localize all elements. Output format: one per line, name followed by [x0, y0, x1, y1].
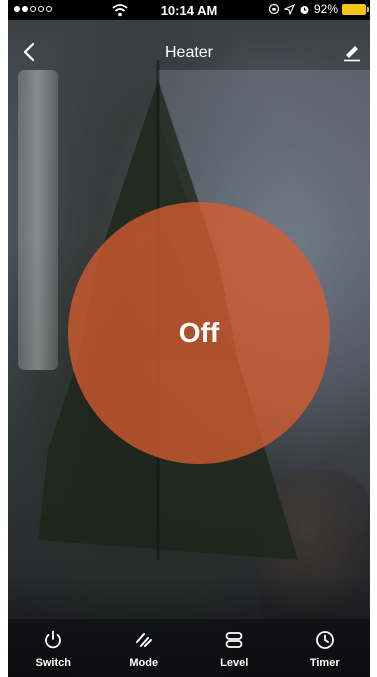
- level-icon: [225, 632, 243, 648]
- switch-label: Switch: [35, 657, 71, 669]
- level-label: Level: [220, 657, 249, 669]
- edit-button[interactable]: [342, 42, 362, 62]
- page-title: Heater: [164, 44, 214, 61]
- status-bar: 10:14 AM 92%: [8, 0, 370, 20]
- power-state-label: Off: [178, 317, 220, 348]
- phone-screen: 10:14 AM 92% Heater Off Switch Mode Leve…: [8, 0, 370, 677]
- bottom-toolbar: Switch Mode Level Timer: [8, 619, 370, 677]
- timer-button[interactable]: Timer: [280, 619, 371, 677]
- mode-icon: [135, 633, 152, 647]
- clock-icon: [315, 631, 334, 649]
- power-icon: [45, 630, 62, 649]
- mode-button[interactable]: Mode: [99, 619, 190, 677]
- power-toggle-circle[interactable]: Off: [68, 202, 330, 464]
- nav-header: Heater: [8, 20, 370, 86]
- battery-icon: [342, 3, 369, 15]
- battery-percentage: 92%: [313, 2, 338, 16]
- alarm-icon: [300, 5, 309, 14]
- timer-label: Timer: [309, 657, 340, 669]
- status-right-group: 92%: [268, 2, 369, 16]
- rotation-lock-icon: [268, 3, 280, 15]
- mode-label: Mode: [129, 657, 159, 669]
- location-arrow-icon: [283, 3, 295, 15]
- level-button[interactable]: Level: [189, 619, 280, 677]
- switch-button[interactable]: Switch: [8, 619, 99, 677]
